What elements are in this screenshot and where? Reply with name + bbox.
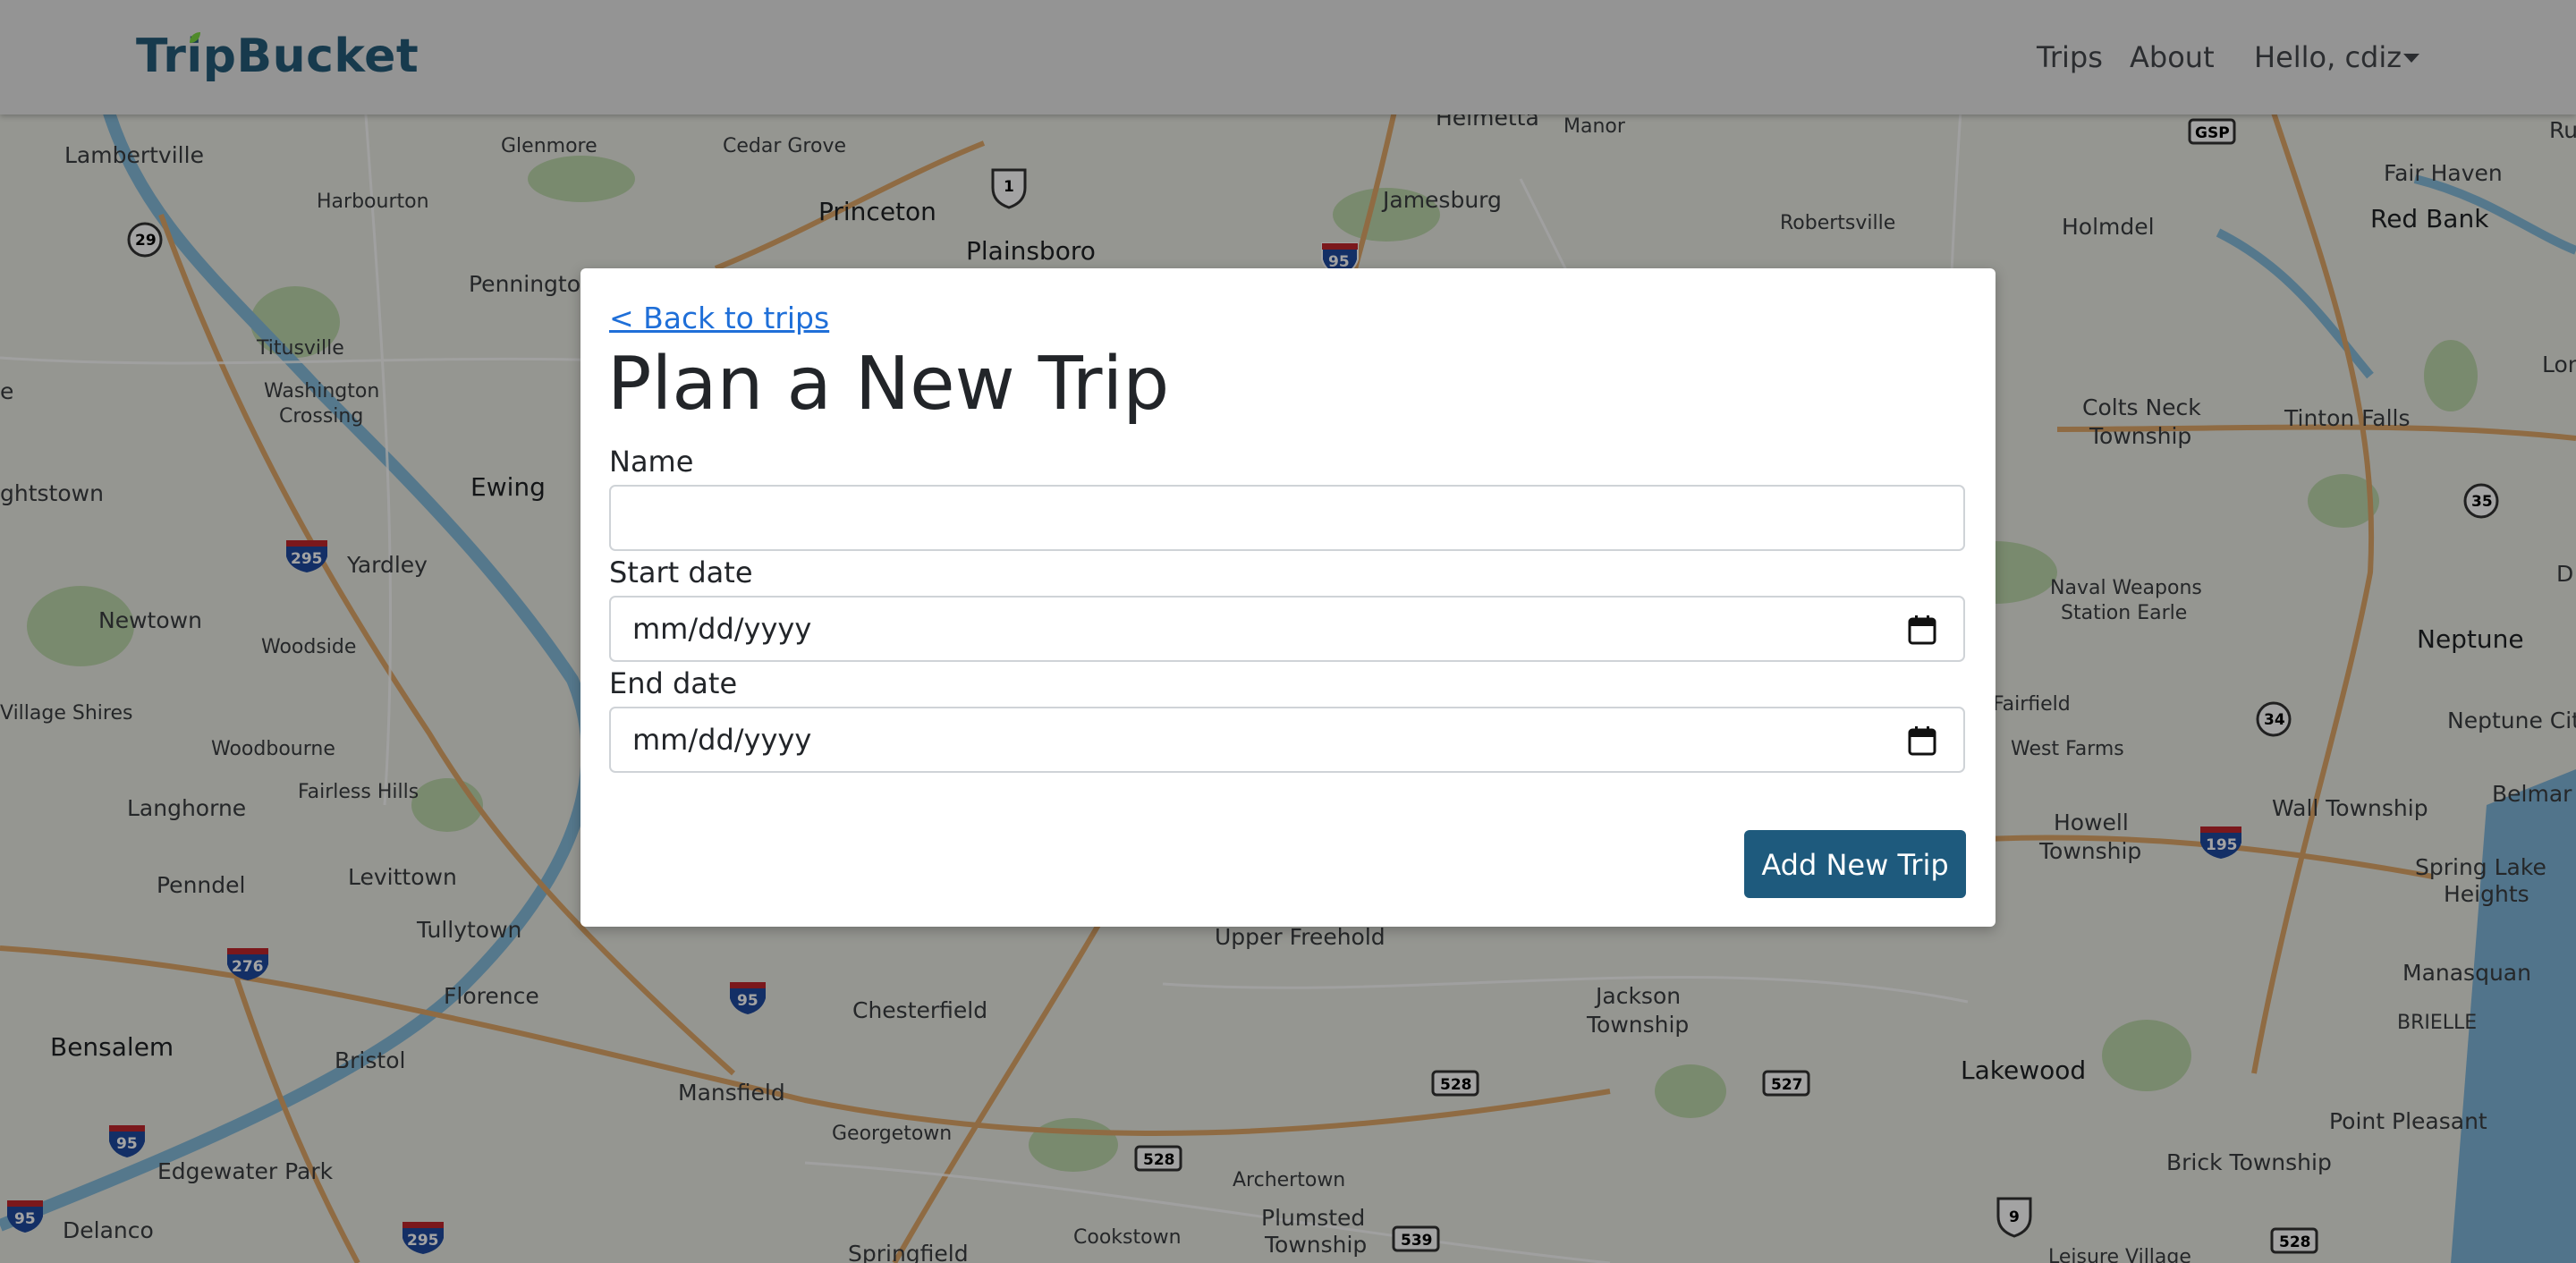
end-date-input[interactable]: mm/dd/yyyy — [609, 707, 1965, 773]
top-navbar: TripBucket Trips About Hello, cdiz — [0, 0, 2576, 114]
name-label: Name — [609, 445, 694, 479]
page-title: Plan a New Trip — [607, 342, 1170, 427]
nav-link-about[interactable]: About — [2130, 39, 2215, 75]
caret-down-icon[interactable] — [2403, 54, 2419, 63]
end-date-label: End date — [609, 666, 738, 700]
add-new-trip-button[interactable]: Add New Trip — [1744, 830, 1966, 898]
end-date-placeholder: mm/dd/yyyy — [632, 723, 812, 757]
name-input[interactable] — [609, 485, 1965, 551]
nav-link-trips[interactable]: Trips — [2037, 39, 2103, 75]
new-trip-modal: < Back to trips Plan a New Trip Name Sta… — [580, 268, 1996, 927]
brand-logo[interactable]: TripBucket — [136, 25, 419, 88]
start-date-label: Start date — [609, 555, 753, 589]
calendar-icon[interactable] — [1908, 615, 1936, 645]
user-menu-toggle[interactable]: Hello, cdiz — [2254, 39, 2402, 75]
start-date-placeholder: mm/dd/yyyy — [632, 612, 812, 646]
brand-name: TripBucket — [136, 30, 419, 83]
back-to-trips-link[interactable]: < Back to trips — [609, 301, 829, 336]
calendar-icon[interactable] — [1908, 725, 1936, 756]
leaf-icon — [190, 32, 200, 43]
start-date-input[interactable]: mm/dd/yyyy — [609, 596, 1965, 662]
